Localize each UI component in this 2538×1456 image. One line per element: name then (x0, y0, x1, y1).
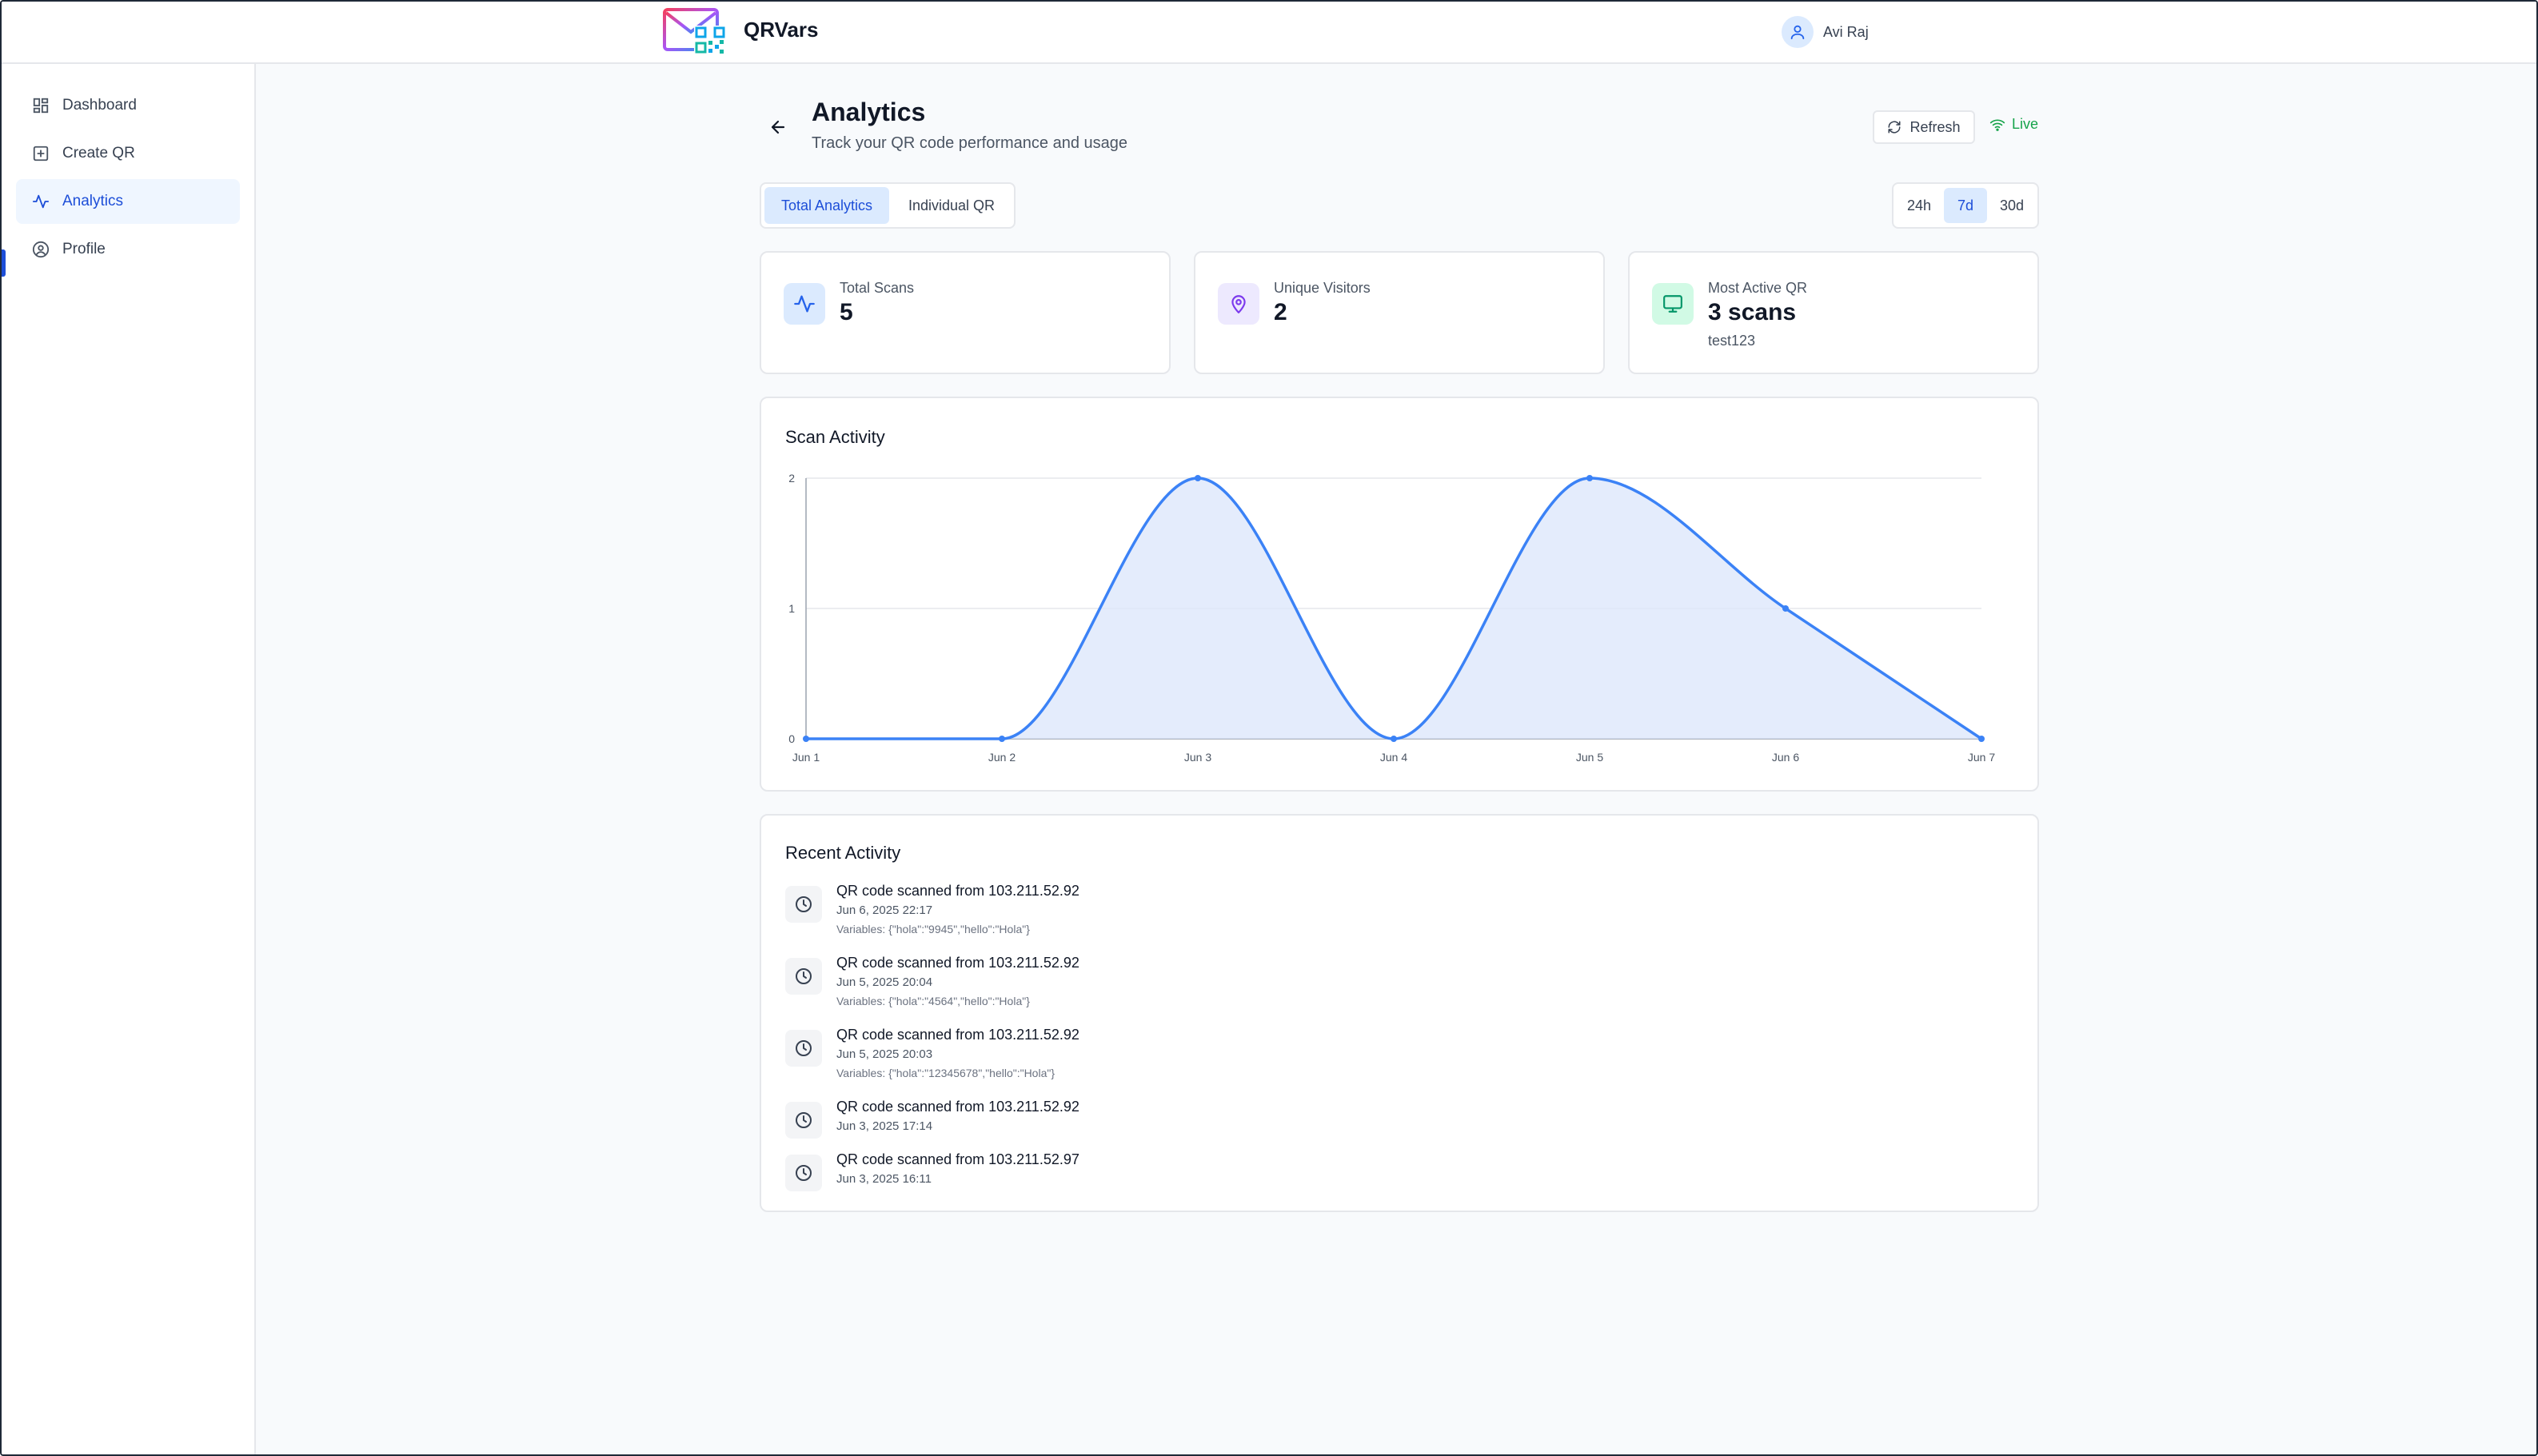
data-point (1978, 736, 1985, 742)
data-point (1782, 605, 1789, 612)
app-window: QRVars Avi Raj Dashboard Create QR Analy… (0, 0, 2538, 1456)
sidebar-item-dashboard[interactable]: Dashboard (16, 83, 240, 128)
qrvars-logo (663, 8, 726, 54)
stat-sub: test123 (1708, 333, 1756, 349)
clock-icon (796, 896, 812, 912)
brand-name: QRVars (744, 18, 819, 42)
range-7d[interactable]: 7d (1944, 188, 1987, 223)
stat-label: Total Scans (840, 280, 915, 296)
activity-time: Jun 5, 2025 20:03 (836, 1047, 933, 1061)
plus-square-icon (33, 146, 49, 162)
activity-variables: Variables: {"hola":"12345678","hello":"H… (836, 1067, 1056, 1079)
y-tick-label: 1 (788, 602, 795, 615)
data-point (1195, 475, 1201, 481)
stat-value: 5 (840, 299, 853, 325)
user-name: Avi Raj (1823, 23, 1869, 40)
scan-activity-card: Scan Activity 0 1 2 Jun 1 Jun 2 Jun 3 Jun 4 Jun… (760, 397, 2039, 792)
sidebar-item-label: Dashboard (62, 97, 137, 114)
analytics-tabs: Total Analytics Individual QR (760, 182, 1016, 229)
activity-item-icon-box (785, 886, 822, 923)
clock-icon (796, 968, 812, 984)
activity-time: Jun 3, 2025 16:11 (836, 1172, 932, 1186)
activity-icon (794, 295, 815, 313)
live-indicator: Live (1989, 116, 2038, 133)
card-icon-box (1218, 283, 1259, 325)
stat-card-unique-visitors: Unique Visitors 2 (1194, 251, 1605, 374)
activity-variables: Variables: {"hola":"9945","hello":"Hola"… (836, 923, 1030, 935)
monitor-icon (1663, 295, 1682, 313)
x-tick-label: Jun 1 (792, 751, 820, 764)
stat-card-most-active-qr: Most Active QR 3 scans test123 (1628, 251, 2039, 374)
sidebar-item-profile[interactable]: Profile (16, 227, 240, 272)
sidebar-item-create-qr[interactable]: Create QR (16, 131, 240, 176)
back-button[interactable] (764, 114, 792, 141)
y-tick-label: 0 (788, 732, 795, 745)
data-point (1391, 736, 1397, 742)
sidebar-item-label: Analytics (62, 193, 124, 209)
activity-time: Jun 5, 2025 20:04 (836, 975, 933, 989)
stat-label: Unique Visitors (1274, 280, 1371, 296)
refresh-icon (1888, 121, 1901, 134)
live-label: Live (2012, 116, 2039, 132)
stat-card-total-scans: Total Scans 5 (760, 251, 1171, 374)
x-tick-label: Jun 2 (988, 751, 1016, 764)
recent-activity-card: Recent Activity QR code scanned from 103… (760, 814, 2039, 1212)
stat-value: 3 scans (1708, 299, 1797, 325)
card-icon-box (1652, 283, 1694, 325)
sidebar-item-label: Create QR (62, 145, 135, 162)
active-nav-indicator (2, 249, 6, 277)
activity-variables: Variables: {"hola":"4564","hello":"Hola"… (836, 995, 1030, 1007)
wifi-icon (1989, 119, 2005, 131)
scan-activity-chart: 0 1 2 Jun 1 Jun 2 Jun 3 Jun 4 Jun 5 Jun 6 Jun 7 (788, 472, 1995, 764)
sidebar-item-label: Profile (62, 241, 106, 257)
activity-item-icon-box (785, 958, 822, 995)
activity-time: Jun 3, 2025 17:14 (836, 1119, 933, 1133)
activity-time: Jun 6, 2025 22:17 (836, 904, 933, 917)
activity-item-icon-box (785, 1030, 822, 1067)
sidebar: Dashboard Create QR Analytics Profile (2, 64, 256, 1454)
x-tick-label: Jun 3 (1184, 751, 1211, 764)
refresh-button[interactable]: Refresh (1873, 110, 1975, 144)
page-subtitle: Track your QR code performance and usage (812, 134, 1128, 152)
grid-icon (33, 98, 49, 114)
stat-label: Most Active QR (1708, 280, 1808, 296)
activity-text: QR code scanned from 103.211.52.92 (836, 883, 1079, 899)
tab-individual-qr[interactable]: Individual QR (892, 187, 1011, 224)
y-tick-label: 2 (788, 472, 795, 485)
x-tick-label: Jun 6 (1772, 751, 1799, 764)
card-icon-box (784, 283, 825, 325)
activity-text: QR code scanned from 103.211.52.92 (836, 1027, 1079, 1043)
time-range-selector: 24h 7d 30d (1892, 182, 2039, 229)
data-point (999, 736, 1005, 742)
tab-total-analytics[interactable]: Total Analytics (764, 187, 889, 224)
stat-value: 2 (1274, 299, 1287, 325)
arrow-left-icon (771, 120, 785, 134)
x-tick-label: Jun 5 (1576, 751, 1603, 764)
activity-item-icon-box (785, 1155, 822, 1191)
clock-icon (796, 1165, 812, 1181)
user-circle-icon (32, 241, 50, 258)
avatar (1782, 16, 1814, 48)
activity-text: QR code scanned from 103.211.52.92 (836, 955, 1079, 971)
user-icon (1790, 25, 1805, 40)
user-menu[interactable]: Avi Raj (1782, 16, 1869, 48)
data-point (803, 736, 809, 742)
map-pin-icon (1231, 295, 1246, 313)
range-30d[interactable]: 30d (1990, 188, 2033, 223)
range-24h[interactable]: 24h (1898, 188, 1941, 223)
sidebar-item-analytics[interactable]: Analytics (16, 179, 240, 224)
clock-icon (796, 1112, 812, 1128)
x-tick-label: Jun 4 (1380, 751, 1407, 764)
page-title: Analytics (812, 98, 926, 126)
activity-item-icon-box (785, 1102, 822, 1139)
activity-text: QR code scanned from 103.211.52.97 (836, 1151, 1079, 1167)
activity-icon (32, 194, 50, 209)
recent-activity-title: Recent Activity (785, 843, 901, 863)
data-point (1586, 475, 1593, 481)
x-tick-label: Jun 7 (1968, 751, 1995, 764)
clock-icon (796, 1040, 812, 1056)
activity-text: QR code scanned from 103.211.52.92 (836, 1099, 1079, 1115)
top-bar: QRVars Avi Raj (2, 2, 2536, 64)
refresh-label: Refresh (1909, 118, 1961, 135)
